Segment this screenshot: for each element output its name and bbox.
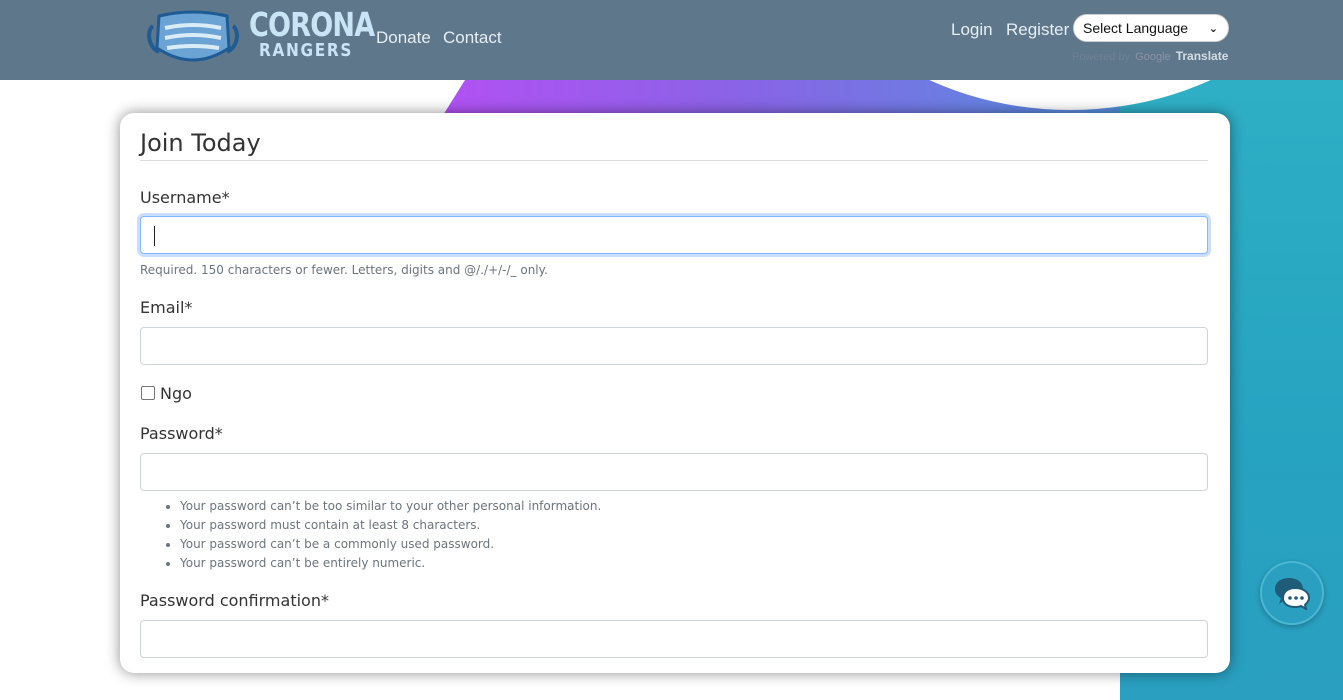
email-label: Email* (140, 298, 193, 317)
language-select-value: Select Language (1083, 20, 1189, 36)
google-translate-credit: Powered by Google Translate (1072, 49, 1228, 63)
logo-line-1: CORONA (249, 5, 375, 44)
chat-button[interactable] (1260, 561, 1324, 625)
password-confirmation-label: Password confirmation* (140, 591, 329, 610)
chevron-down-icon: ⌄ (1208, 22, 1218, 35)
password-help-list: Your password can’t be too similar to yo… (140, 498, 601, 574)
ngo-checkbox[interactable] (141, 386, 155, 400)
list-item: Your password can’t be a commonly used p… (180, 536, 601, 555)
list-item: Your password can’t be entirely numeric. (180, 555, 601, 574)
face-mask-icon (147, 10, 239, 62)
username-help-text: Required. 150 characters or fewer. Lette… (140, 263, 548, 277)
title-divider (140, 160, 1208, 161)
nav-contact-link[interactable]: Contact (443, 28, 502, 48)
site-logo[interactable]: CORONA RANGERS (145, 6, 375, 68)
google-logo-text[interactable]: Google (1135, 51, 1170, 63)
top-navbar: CORONA RANGERS Donate Contact Login Regi… (0, 0, 1343, 80)
translate-text: Translate (1175, 49, 1229, 63)
nav-donate-link[interactable]: Donate (376, 28, 431, 48)
language-select[interactable]: Select Language ⌄ (1073, 14, 1229, 42)
chat-bubbles-icon (1275, 578, 1311, 610)
text-caret (154, 226, 155, 246)
registration-card: Join Today Username* Required. 150 chara… (120, 113, 1230, 673)
password-input[interactable] (140, 453, 1208, 491)
list-item: Your password can’t be too similar to yo… (180, 498, 601, 517)
powered-by-text: Powered by (1072, 51, 1131, 63)
username-label: Username* (140, 188, 230, 207)
ngo-checkbox-label[interactable]: Ngo (160, 384, 192, 403)
password-label: Password* (140, 424, 223, 443)
page-title: Join Today (140, 129, 261, 157)
nav-register-link[interactable]: Register (1006, 20, 1069, 40)
password-confirmation-input[interactable] (140, 620, 1208, 658)
email-input[interactable] (140, 327, 1208, 365)
username-input[interactable] (140, 216, 1208, 254)
list-item: Your password must contain at least 8 ch… (180, 517, 601, 536)
logo-line-2: RANGERS (259, 40, 354, 61)
nav-login-link[interactable]: Login (951, 20, 993, 40)
